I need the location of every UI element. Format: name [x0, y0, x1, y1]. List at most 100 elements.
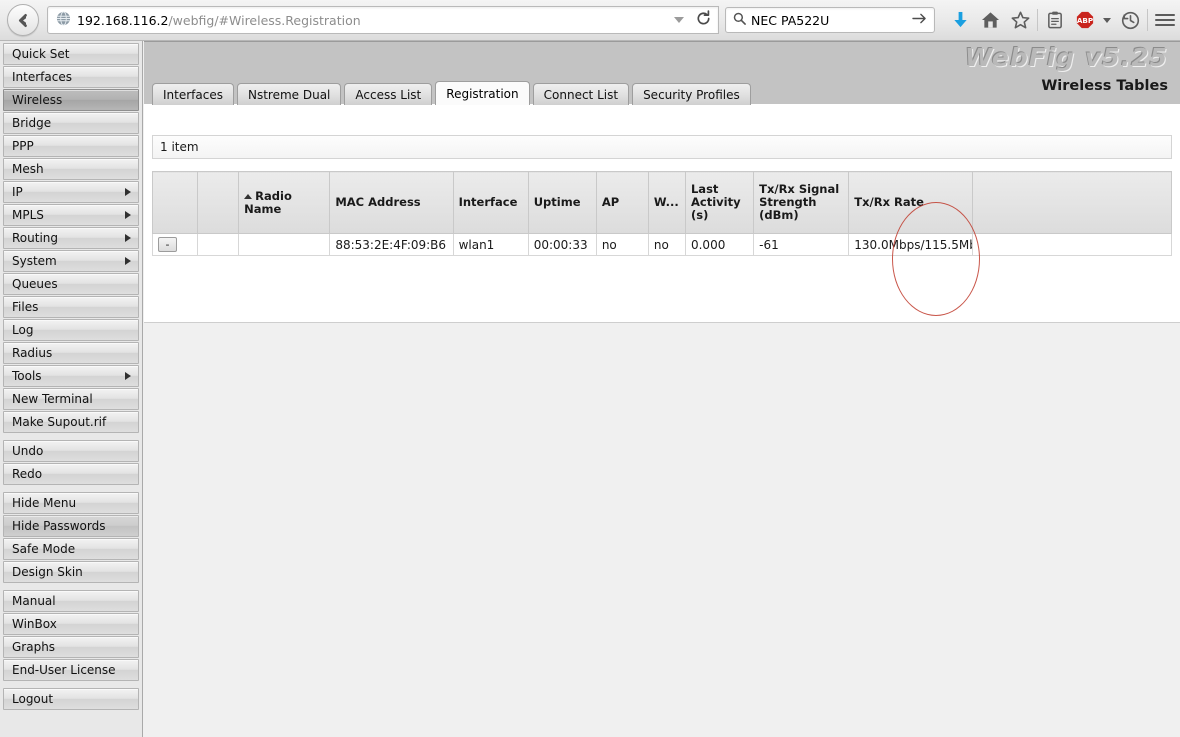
sidebar-item-label: Manual	[12, 594, 56, 608]
sidebar-item-ppp[interactable]: PPP	[3, 135, 139, 157]
cell-signal-strength: -61	[753, 233, 850, 256]
sidebar-item-logout[interactable]: Logout	[3, 688, 139, 710]
webfig-logo: WebFig v5.25	[964, 43, 1168, 72]
cell-value: -61	[759, 237, 779, 252]
sidebar-item-make-supout-rif[interactable]: Make Supout.rif	[3, 411, 139, 433]
chevron-right-icon	[125, 234, 131, 242]
tab-connect-list[interactable]: Connect List	[532, 83, 630, 105]
search-go-icon[interactable]	[912, 12, 927, 28]
table-header-blank-1[interactable]	[197, 171, 240, 234]
tab-registration[interactable]: Registration	[435, 81, 530, 105]
tab-label: Registration	[446, 86, 519, 101]
cell-remove-label[interactable]: -	[151, 233, 199, 256]
sidebar-item-label: Wireless	[12, 93, 63, 107]
globe-icon	[56, 11, 71, 29]
sidebar-item-routing[interactable]: Routing	[3, 227, 139, 249]
table-header-mac-address[interactable]: MAC Address	[329, 171, 454, 234]
search-box[interactable]: NEC PA522U	[725, 7, 935, 33]
remove-row-button[interactable]: -	[158, 237, 177, 252]
table-header-row: Radio Name MAC Address Interface Uptime AP W.…	[151, 171, 1173, 234]
cell-ap: no	[595, 233, 649, 256]
table-header-uptime[interactable]: Uptime	[527, 171, 597, 234]
webfig-header: WebFig v5.25 Wireless Tables Interfaces N…	[144, 41, 1180, 105]
chevron-down-icon[interactable]	[674, 17, 684, 23]
table-header-tx-rx-rate[interactable]: Tx/Rx Rate	[848, 171, 973, 234]
table-header-w[interactable]: W...	[647, 171, 686, 234]
sidebar-item-bridge[interactable]: Bridge	[3, 112, 139, 134]
cell-uptime: 00:00:33	[527, 233, 597, 256]
table-header-label: W...	[653, 195, 679, 209]
sidebar-item-tools[interactable]: Tools	[3, 365, 139, 387]
chevron-down-icon[interactable]	[1103, 17, 1111, 23]
sidebar-item-wireless[interactable]: Wireless	[3, 89, 139, 111]
cell-interface: wlan1	[452, 233, 529, 256]
sidebar-item-label: Redo	[12, 467, 43, 481]
sidebar-item-label: Safe Mode	[12, 542, 76, 556]
sidebar-item-log[interactable]: Log	[3, 319, 139, 341]
sidebar-item-radius[interactable]: Radius	[3, 342, 139, 364]
address-bar[interactable]: 192.168.116.2/webfig/#Wireless.Registrat…	[47, 6, 719, 34]
sidebar-item-label: Radius	[12, 346, 53, 360]
sidebar-item-design-skin[interactable]: Design Skin	[3, 561, 139, 583]
sidebar-item-new-terminal[interactable]: New Terminal	[3, 388, 139, 410]
reload-icon[interactable]	[695, 10, 712, 30]
sidebar-item-label: Hide Menu	[12, 496, 77, 510]
sidebar-item-mpls[interactable]: MPLS	[3, 204, 139, 226]
sidebar-item-winbox[interactable]: WinBox	[3, 613, 139, 635]
sidebar-item-end-user-license[interactable]: End-User License	[3, 659, 139, 681]
menu-group-separator	[0, 584, 142, 589]
table-header-interface[interactable]: Interface	[452, 171, 529, 234]
sidebar-item-mesh[interactable]: Mesh	[3, 158, 139, 180]
tab-nstreme-dual[interactable]: Nstreme Dual	[236, 83, 342, 105]
reading-list-icon[interactable]	[1040, 5, 1070, 35]
download-icon[interactable]	[945, 5, 975, 35]
table-header-last-activity-s[interactable]: Last Activity (s)	[684, 171, 755, 234]
item-count-label: 1 item	[160, 140, 199, 154]
home-icon[interactable]	[975, 5, 1005, 35]
table-header-radio-name[interactable]: Radio Name	[238, 171, 331, 234]
menu-group-separator	[0, 682, 142, 687]
sidebar-item-files[interactable]: Files	[3, 296, 139, 318]
cell-value: wlan1	[458, 237, 495, 252]
sidebar-item-ip[interactable]: IP	[3, 181, 139, 203]
sidebar-item-label: Quick Set	[12, 47, 70, 61]
sidebar-item-label: Design Skin	[12, 565, 83, 579]
history-icon[interactable]	[1115, 5, 1145, 35]
sidebar-item-manual[interactable]: Manual	[3, 590, 139, 612]
tab-access-list[interactable]: Access List	[344, 83, 433, 105]
sort-ascending-icon	[244, 193, 253, 199]
tab-label: Connect List	[543, 87, 619, 102]
table-header-ap[interactable]: AP	[595, 171, 649, 234]
sidebar-item-hide-menu[interactable]: Hide Menu	[3, 492, 139, 514]
sidebar-item-interfaces[interactable]: Interfaces	[3, 66, 139, 88]
table-row[interactable]: - 88:53:2E:4F:09:B6 wlan1 00:00:33 no no 0.000…	[151, 233, 1173, 256]
back-button[interactable]	[7, 4, 39, 36]
sidebar-item-quick-set[interactable]: Quick Set	[3, 43, 139, 65]
adblock-plus-button[interactable]: ABP	[1070, 5, 1115, 35]
sidebar-item-queues[interactable]: Queues	[3, 273, 139, 295]
cell-value: 00:00:33	[533, 237, 588, 252]
cell-last-activity: 0.000	[684, 233, 755, 256]
table-header-blank-0[interactable]	[151, 171, 199, 234]
sidebar-item-system[interactable]: System	[3, 250, 139, 272]
table-header-blank-11[interactable]	[971, 171, 1173, 234]
registration-table: Radio Name MAC Address Interface Uptime AP W.…	[151, 171, 1173, 256]
sidebar-item-graphs[interactable]: Graphs	[3, 636, 139, 658]
cell-tx-rx-rate: 130.0Mbps/115.5Mbp	[848, 233, 973, 256]
sidebar-item-undo[interactable]: Undo	[3, 440, 139, 462]
tab-security-profiles[interactable]: Security Profiles	[632, 83, 751, 105]
tab-label: Access List	[355, 87, 422, 102]
table-header-tx-rx-signal-strength-dbm[interactable]: Tx/Rx Signal Strength (dBm)	[753, 171, 850, 234]
adblock-plus-icon[interactable]: ABP	[1070, 5, 1100, 35]
sidebar-item-label: Graphs	[12, 640, 56, 654]
sidebar-item-safe-mode[interactable]: Safe Mode	[3, 538, 139, 560]
url-path: /webfig/#Wireless.Registration	[168, 12, 361, 28]
menu-hamburger-icon[interactable]	[1150, 5, 1180, 35]
sidebar-item-redo[interactable]: Redo	[3, 463, 139, 485]
tab-interfaces[interactable]: Interfaces	[152, 83, 234, 105]
sidebar-item-label: IP	[12, 185, 23, 199]
search-input-value[interactable]: NEC PA522U	[751, 13, 912, 28]
sidebar-item-hide-passwords[interactable]: Hide Passwords	[3, 515, 139, 537]
cell-mac-address: 88:53:2E:4F:09:B6	[329, 233, 454, 256]
bookmark-star-icon[interactable]	[1005, 5, 1035, 35]
